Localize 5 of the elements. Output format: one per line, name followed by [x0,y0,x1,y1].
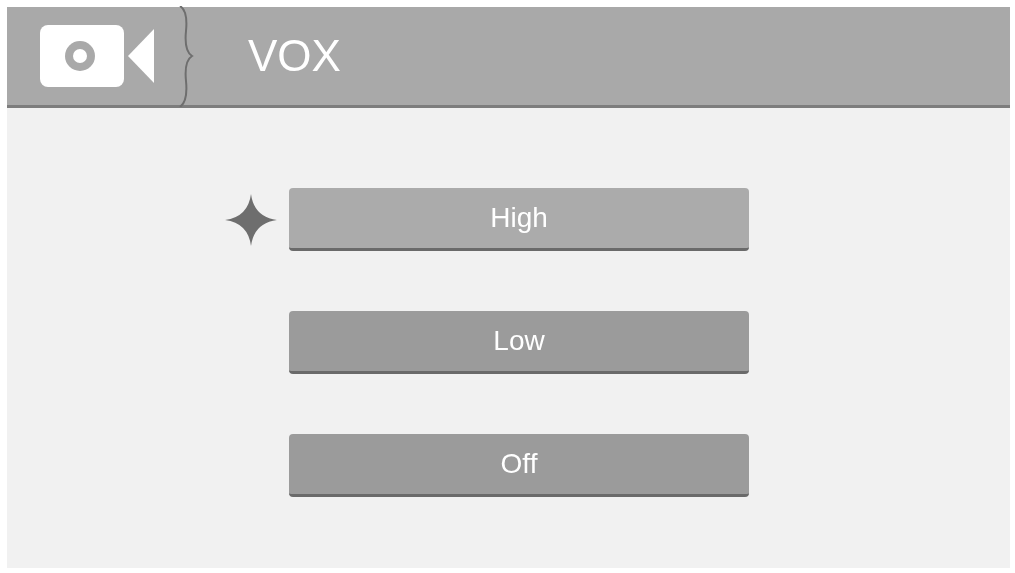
video-camera-icon [40,25,156,87]
option-button[interactable]: High [289,188,749,251]
option-button[interactable]: Off [289,434,749,497]
option-button[interactable]: Low [289,311,749,374]
screen-title: VOX [248,31,341,81]
